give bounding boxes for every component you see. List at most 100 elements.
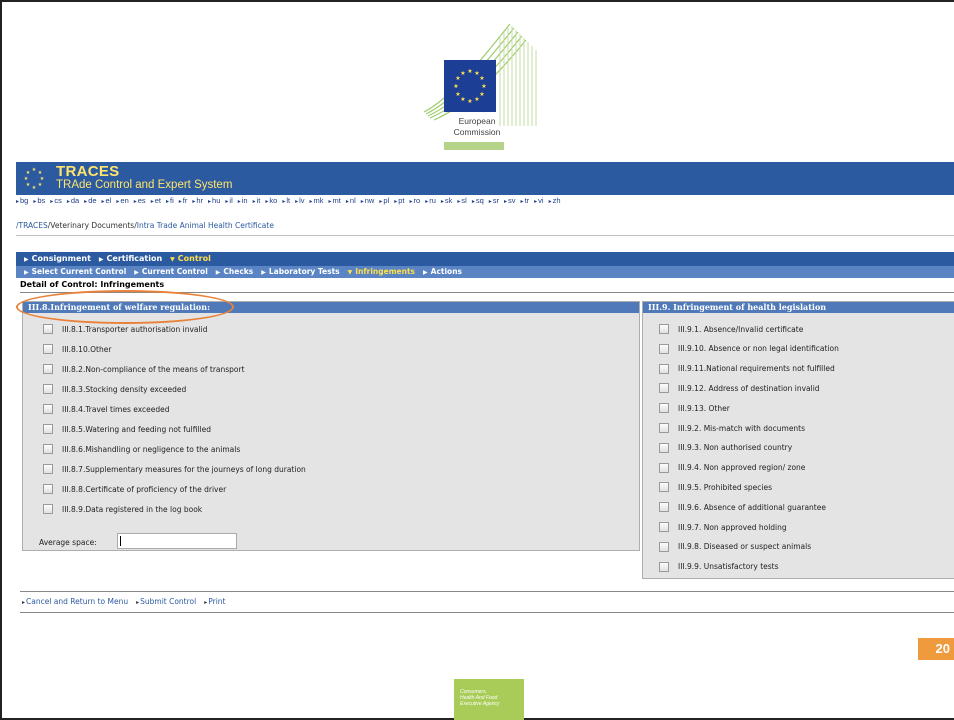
language-link-hu[interactable]: hu [208,196,220,205]
tab-select-current-control[interactable]: ▶ Select Current Control [24,266,126,279]
language-link-mt[interactable]: mt [329,196,341,205]
infringement-checkbox[interactable] [43,484,53,494]
infringement-checkbox[interactable] [659,502,669,513]
language-link-pl[interactable]: pl [379,196,389,205]
infringement-row: III.8.9.Data registered in the log book [43,502,202,516]
language-link-sr[interactable]: sr [489,196,499,205]
language-link-pt[interactable]: pt [394,196,404,205]
language-link-es[interactable]: es [134,196,146,205]
infringement-checkbox[interactable] [659,324,669,334]
language-link-hr[interactable]: hr [192,196,203,205]
breadcrumb-traces[interactable]: /TRACES [16,221,48,230]
chevron-right-icon: ▶ [423,269,428,276]
infringement-checkbox[interactable] [659,423,669,433]
action-link-print[interactable]: Print [204,597,225,606]
infringement-checkbox[interactable] [43,344,53,354]
language-link-fi[interactable]: fi [166,196,174,205]
chevron-right-icon: ▶ [134,269,139,276]
infringement-checkbox[interactable] [43,444,53,454]
infringement-row: III.9.11.National requirements not fulfi… [659,362,835,376]
svg-text:★: ★ [467,98,472,105]
infringement-label: III.9.6. Absence of additional guarantee [678,502,826,512]
infringement-checkbox[interactable] [659,383,669,394]
tab-actions[interactable]: ▶ Actions [423,266,462,279]
language-link-nw[interactable]: nw [361,196,375,205]
language-link-bs[interactable]: bs [33,196,45,205]
chevron-down-icon: ▼ [347,269,353,276]
tab-consignment[interactable]: ▶ Consignment [24,252,91,267]
infringement-row: III.8.7.Supplementary measures for the j… [43,462,306,476]
infringement-checkbox[interactable] [43,424,53,434]
infringement-checkbox[interactable] [659,561,669,572]
infringement-checkbox[interactable] [43,504,53,514]
infringement-row: III.9.12. Address of destination invalid [659,381,820,395]
infringement-row: III.8.5.Watering and feeding not fulfill… [43,422,211,436]
infringement-label: III.8.10.Other [62,344,112,354]
infringement-label: III.8.5.Watering and feeding not fulfill… [62,424,212,434]
language-link-en[interactable]: en [116,196,128,205]
infringement-row: III.8.2.Non-compliance of the means of t… [43,362,245,376]
infringement-checkbox[interactable] [43,404,53,414]
infringement-checkbox[interactable] [659,541,669,552]
language-link-vi[interactable]: vi [534,196,543,205]
language-link-tr[interactable]: tr [521,196,530,205]
infringement-checkbox[interactable] [43,364,53,374]
infringement-checkbox[interactable] [659,522,669,532]
language-link-il[interactable]: il [225,196,232,205]
language-link-sv[interactable]: sv [504,196,516,205]
infringement-label: III.9.3. Non authorised country [678,443,793,453]
infringement-checkbox[interactable] [43,464,53,474]
action-links: Cancel and Return to Menu Submit Control P… [22,597,234,606]
svg-text:★: ★ [32,185,37,190]
tab-infringements[interactable]: ▼ Infringements [348,266,415,279]
language-link-sk[interactable]: sk [441,196,453,205]
infringement-checkbox[interactable] [659,482,669,493]
language-link-bg[interactable]: bg [16,196,28,205]
health-panel-header: III.9. Infringement of health legislatio… [643,302,954,313]
ec-logo-text: European Commission [442,116,512,138]
language-link-da[interactable]: da [67,196,79,205]
tab-laboratory-tests[interactable]: ▶ Laboratory Tests [261,266,339,279]
action-link-submit-control[interactable]: Submit Control [136,597,196,606]
language-link-de[interactable]: de [84,196,96,205]
tab-checks[interactable]: ▶ Checks [216,266,253,279]
language-link-fr[interactable]: fr [179,196,188,205]
infringement-checkbox[interactable] [659,363,669,374]
infringement-checkbox[interactable] [659,462,669,473]
ec-logo-line2: Commission [453,127,501,137]
infringement-label: III.9.12. Address of destination invalid [678,383,820,393]
breadcrumb-certificate[interactable]: Intra Trade Animal Health Certificate [137,221,274,230]
chevron-right-icon: ▶ [24,256,29,263]
language-link-nl[interactable]: nl [346,196,356,205]
language-link-ro[interactable]: ro [410,196,421,205]
language-link-zh[interactable]: zh [549,196,561,205]
infringement-checkbox[interactable] [43,384,53,394]
language-link-lv[interactable]: lv [295,196,304,205]
tab-control[interactable]: ▼ Control [170,252,211,267]
language-link-et[interactable]: et [151,196,161,205]
language-link-mk[interactable]: mk [310,196,324,205]
chevron-right-icon: ▶ [24,269,29,276]
language-link-el[interactable]: el [102,196,112,205]
language-link-ko[interactable]: ko [265,196,277,205]
infringement-checkbox[interactable] [659,403,669,414]
svg-text:★: ★ [26,182,31,188]
breadcrumb-veterinary-documents[interactable]: Veterinary Documents [50,221,134,230]
language-link-sq[interactable]: sq [472,196,484,205]
infringement-checkbox[interactable] [43,324,53,334]
language-link-cs[interactable]: cs [50,196,62,205]
page-number: 20 [918,638,954,660]
infringement-label: III.8.1.Transporter authorisation invali… [62,324,208,334]
language-link-lt[interactable]: lt [282,196,290,205]
language-link-in[interactable]: in [238,196,248,205]
action-link-cancel-and-return-to-menu[interactable]: Cancel and Return to Menu [22,597,128,606]
average-space-input[interactable] [117,533,237,549]
infringement-checkbox[interactable] [659,442,669,453]
tab-current-control[interactable]: ▶ Current Control [134,266,208,279]
language-link-ru[interactable]: ru [425,196,436,205]
infringement-label: III.8.4.Travel times exceeded [62,404,170,414]
language-link-it[interactable]: it [253,196,261,205]
tab-certification[interactable]: ▶ Certification [99,252,162,267]
infringement-checkbox[interactable] [659,343,669,354]
language-link-sl[interactable]: sl [457,196,466,205]
